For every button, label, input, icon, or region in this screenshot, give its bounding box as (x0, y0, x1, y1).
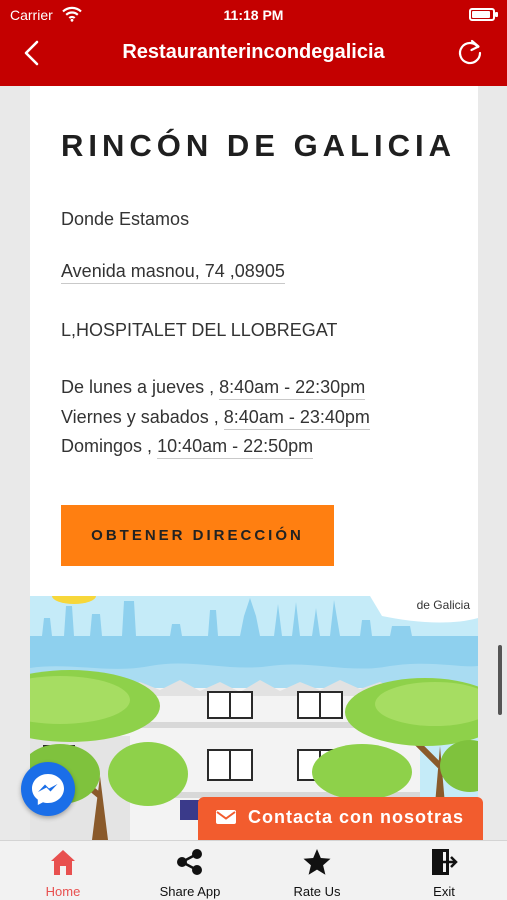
tab-share-app[interactable]: Share App (127, 841, 253, 900)
hours-time: 8:40am - 23:40pm (223, 407, 370, 430)
hours-time: 10:40am - 22:50pm (157, 436, 314, 459)
hours-days: De lunes a jueves , (61, 377, 215, 397)
clock: 11:18 PM (223, 7, 284, 23)
brand-caption: de Galicia (416, 598, 470, 612)
hours-days: Viernes y sabados , (61, 407, 219, 427)
tab-label: Exit (433, 884, 455, 899)
page-title: Restauranterincondegalicia (122, 41, 385, 63)
messenger-button[interactable] (21, 762, 75, 816)
refresh-button[interactable] (455, 38, 485, 68)
share-icon (177, 849, 202, 875)
nav-bar: Restauranterincondegalicia (0, 30, 507, 76)
envelope-icon (216, 810, 236, 824)
hours-row: Domingos , 10:40am - 22:50pm (61, 436, 314, 459)
exit-icon (432, 849, 458, 875)
get-directions-button[interactable]: OBTENER DIRECCIÓN (61, 505, 334, 566)
city-text: L,HOSPITALET DEL LLOBREGAT (61, 320, 338, 340)
hours-days: Domingos , (61, 436, 153, 456)
address-link[interactable]: Avenida masnou, 74 ,08905 (61, 261, 285, 284)
home-icon (51, 850, 75, 875)
restaurant-heading: RINCÓN DE GALICIA (61, 128, 456, 163)
tab-exit[interactable]: Exit (381, 841, 507, 900)
info-card: RINCÓN DE GALICIA Donde Estamos Avenida … (30, 86, 478, 596)
tab-bar: Home Share App Rate Us Exit (0, 840, 507, 900)
battery-icon (469, 8, 498, 21)
hours-time: 8:40am - 22:30pm (219, 377, 366, 400)
tab-label: Home (45, 884, 81, 899)
address-text: Avenida masnou, 74 ,08905 (61, 261, 285, 284)
tab-label: Rate Us (293, 884, 341, 899)
contact-label: Contacta con nosotras (248, 807, 465, 827)
hours-row: De lunes a jueves , 8:40am - 22:30pm (61, 377, 366, 400)
contact-button[interactable]: Contacta con nosotras (198, 797, 483, 840)
top-bar: Carrier 11:18 PM Restauranterincondegali… (0, 0, 507, 86)
tab-home[interactable]: Home (0, 841, 126, 900)
messenger-icon (32, 774, 64, 805)
status-bar: Carrier 11:18 PM (0, 4, 507, 26)
scroll-indicator[interactable] (498, 645, 502, 715)
tab-label: Share App (159, 884, 221, 899)
tab-rate-us[interactable]: Rate Us (254, 841, 380, 900)
hours-row: Viernes y sabados , 8:40am - 23:40pm (61, 407, 370, 430)
star-icon (303, 849, 331, 875)
where-label: Donde Estamos (61, 209, 190, 229)
